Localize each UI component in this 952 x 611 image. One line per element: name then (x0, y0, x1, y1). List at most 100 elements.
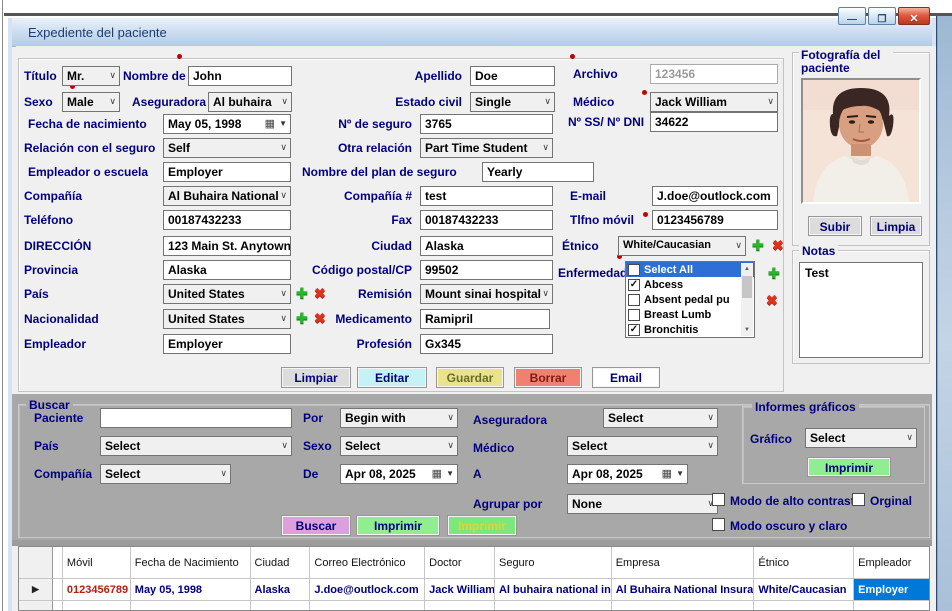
buscar-button[interactable]: Buscar (281, 515, 351, 536)
limpiar-button[interactable]: Limpiar (281, 367, 351, 388)
cell-seguro[interactable]: Al buhaira national ins. (495, 579, 612, 601)
num-seguro-input[interactable]: 3765 (420, 114, 553, 134)
buscar-de-datepicker[interactable]: Apr 08, 2025▦▼ (340, 464, 458, 484)
codigo-postal-input[interactable]: 99502 (420, 260, 553, 280)
cell-fecha[interactable]: May 05, 1998 (131, 579, 251, 601)
informes-imprimir-button[interactable]: Imprimir (807, 457, 891, 477)
buscar-medico-combo[interactable]: Select∨ (567, 436, 718, 456)
list-item[interactable]: Breast Lumb (626, 307, 754, 322)
col-header-empresa[interactable]: Empresa (612, 547, 755, 579)
cell-etnico[interactable]: White/Caucasian (754, 579, 854, 601)
table-row-empty[interactable] (19, 601, 929, 611)
imprimir2-button[interactable]: Imprimir (447, 515, 517, 536)
buscar-a-datepicker[interactable]: Apr 08, 2025▦▼ (567, 464, 688, 484)
buscar-paciente-input[interactable] (100, 408, 292, 428)
scroll-up-icon[interactable]: ▲ (741, 263, 753, 275)
checkbox-icon[interactable]: ✓ (628, 279, 640, 291)
borrar-button[interactable]: Borrar (514, 367, 582, 388)
etnico-combo[interactable]: White/Caucasian∨ (618, 236, 746, 256)
chevron-down-icon: ∨ (447, 440, 454, 451)
table-row[interactable]: ▶ 0123456789 May 05, 1998 Alaska J.doe@o… (19, 579, 929, 601)
modo-oscuro-checkbox[interactable] (712, 518, 725, 531)
telefono-label: Teléfono (24, 213, 73, 227)
delete-icon[interactable]: ✖ (772, 238, 784, 252)
subir-button[interactable]: Subir (808, 216, 862, 236)
checkbox-icon[interactable] (628, 294, 640, 306)
close-button[interactable]: ✕ (898, 7, 930, 25)
add-icon[interactable]: ✚ (768, 266, 780, 280)
enfermedad-listbox[interactable]: Select All ✓Abcess Absent pedal pu Breas… (625, 261, 755, 338)
remision-combo[interactable]: Mount sinai hospital∨ (420, 284, 553, 304)
row-selector-cell[interactable] (19, 601, 53, 611)
col-header-fecha[interactable]: Fecha de Nacimiento (131, 547, 251, 579)
minimize-button[interactable]: — (838, 7, 866, 25)
col-header-doctor[interactable]: Doctor (425, 547, 495, 579)
list-item[interactable]: ✓Bronchitis (626, 322, 754, 337)
fax-input[interactable]: 00187432233 (420, 210, 553, 230)
email-input[interactable]: J.doe@outlock.com (652, 186, 778, 206)
chevron-down-icon: ∨ (544, 96, 551, 107)
num-ss-dni-input[interactable]: 34622 (650, 112, 778, 132)
checkbox-icon[interactable] (628, 264, 640, 276)
add-icon[interactable]: ✚ (752, 238, 764, 252)
delete-icon[interactable]: ✖ (766, 293, 778, 307)
ciudad-input[interactable]: Alaska (420, 236, 553, 256)
empleador-escuela-input[interactable]: Employer (163, 162, 291, 182)
tlfno-movil-input[interactable]: 0123456789 (652, 210, 778, 230)
guardar-button[interactable]: Guardar (436, 367, 504, 388)
imprimir-button[interactable]: Imprimir (356, 515, 440, 536)
grafico-combo[interactable]: Select∨ (805, 428, 917, 448)
medico-combo[interactable]: Jack William∨ (650, 92, 778, 112)
cell-doctor[interactable]: Jack William (425, 579, 495, 601)
col-header-ciudad[interactable]: Ciudad (251, 547, 311, 579)
nombre-input[interactable]: John (188, 66, 292, 86)
buscar-pais-combo[interactable]: Select∨ (100, 436, 292, 456)
col-header-etnico[interactable]: Étnico (754, 547, 854, 579)
col-header-seguro[interactable]: Seguro (495, 547, 612, 579)
col-header-movil[interactable]: Móvil (63, 547, 131, 579)
compania-num-input[interactable]: test (420, 186, 553, 206)
cell-empleador[interactable]: Employer (854, 579, 929, 601)
buscar-aseguradora-combo[interactable]: Select∨ (603, 408, 718, 428)
agrupar-por-combo[interactable]: None∨ (567, 494, 718, 514)
sexo-combo[interactable]: Male∨ (62, 92, 120, 112)
list-item[interactable]: Select All (626, 262, 754, 277)
otra-relacion-combo[interactable]: Part Time Student∨ (420, 138, 553, 158)
titulo-label: Título (24, 69, 57, 83)
alto-contraste-checkbox[interactable] (712, 493, 725, 506)
checkbox-icon[interactable]: ✓ (628, 324, 640, 336)
buscar-compania-combo[interactable]: Select∨ (100, 464, 231, 484)
restore-button[interactable]: ❐ (868, 7, 896, 25)
col-header-correo[interactable]: Correo Electrónico (310, 547, 425, 579)
titulo-combo[interactable]: Mr.∨ (62, 66, 120, 86)
scroll-thumb[interactable] (742, 276, 752, 298)
editar-button[interactable]: Editar (357, 367, 427, 388)
orginal-checkbox[interactable] (852, 493, 865, 506)
col-header-empleador[interactable]: Empleador (854, 547, 929, 579)
cell-empresa[interactable]: Al Buhaira National Insurance (612, 579, 755, 601)
chevron-down-icon: ∨ (447, 412, 454, 423)
plan-seguro-input[interactable]: Yearly (482, 162, 594, 182)
pais-label: País (24, 287, 49, 301)
medicamento-input[interactable]: Ramipril (420, 309, 550, 329)
buscar-por-combo[interactable]: Begin with∨ (340, 408, 458, 428)
apellido-input[interactable]: Doe (470, 66, 555, 86)
row-selector-cell[interactable]: ▶ (19, 579, 53, 601)
notas-textarea[interactable]: Test (799, 262, 923, 358)
cell-movil[interactable]: 0123456789 (63, 579, 131, 601)
scroll-down-icon[interactable]: ▼ (741, 324, 753, 336)
aseguradora-combo[interactable]: Al buhaira∨ (208, 92, 292, 112)
buscar-sexo-combo[interactable]: Select∨ (340, 436, 458, 456)
estado-civil-combo[interactable]: Single∨ (470, 92, 555, 112)
modo-oscuro-label: Modo oscuro y claro (730, 519, 847, 533)
cell-correo[interactable]: J.doe@outlock.com (310, 579, 425, 601)
title-bar[interactable]: Expediente del paciente (12, 18, 932, 47)
email-button[interactable]: Email (592, 367, 660, 388)
checkbox-icon[interactable] (628, 309, 640, 321)
cell-ciudad[interactable]: Alaska (251, 579, 311, 601)
list-item[interactable]: Absent pedal pu (626, 292, 754, 307)
listbox-scrollbar[interactable]: ▲ ▼ (741, 263, 753, 336)
profesion-input[interactable]: Gx345 (420, 334, 553, 354)
list-item[interactable]: ✓Abcess (626, 277, 754, 292)
limpia-button[interactable]: Limpia (870, 216, 922, 236)
